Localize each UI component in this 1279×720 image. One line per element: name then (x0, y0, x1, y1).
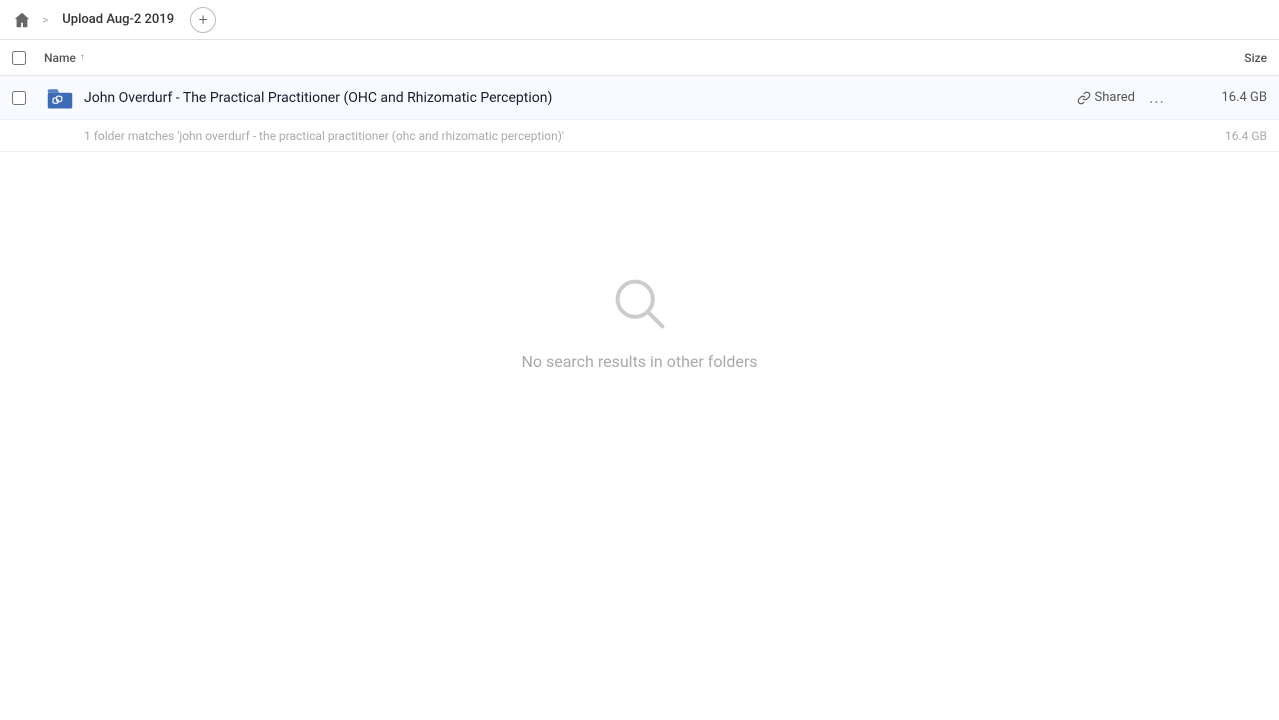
column-headers: Name ↑ Size (0, 40, 1279, 76)
file-row[interactable]: John Overdurf - The Practical Practition… (0, 76, 1279, 120)
summary-text: 1 folder matches 'john overdurf - the pr… (12, 129, 1187, 143)
link-icon (1077, 91, 1091, 105)
summary-size: 16.4 GB (1187, 129, 1267, 143)
breadcrumb-separator: > (40, 13, 50, 27)
file-checkbox[interactable] (12, 91, 26, 105)
header-checkbox-col (12, 51, 44, 65)
top-bar: > Upload Aug-2 2019 + (0, 0, 1279, 40)
breadcrumb-item[interactable]: Upload Aug-2 2019 (54, 8, 182, 31)
shared-badge: Shared (1077, 90, 1135, 105)
sort-indicator: ↑ (80, 52, 85, 63)
add-button[interactable]: + (190, 7, 216, 33)
shared-label: Shared (1095, 90, 1135, 105)
folder-icon (44, 82, 76, 114)
summary-row: 1 folder matches 'john overdurf - the pr… (0, 120, 1279, 152)
home-button[interactable] (8, 6, 36, 34)
empty-state-message: No search results in other folders (521, 352, 757, 371)
empty-state: No search results in other folders (0, 272, 1279, 371)
file-name: John Overdurf - The Practical Practition… (84, 90, 1077, 106)
file-actions: Shared ... (1077, 84, 1171, 112)
file-checkbox-col (12, 91, 44, 105)
more-options-button[interactable]: ... (1143, 84, 1171, 112)
empty-search-icon (608, 272, 672, 336)
file-size: 16.4 GB (1187, 90, 1267, 105)
name-column-header[interactable]: Name ↑ (44, 51, 1187, 65)
select-all-checkbox[interactable] (12, 51, 26, 65)
size-column-header: Size (1187, 51, 1267, 65)
